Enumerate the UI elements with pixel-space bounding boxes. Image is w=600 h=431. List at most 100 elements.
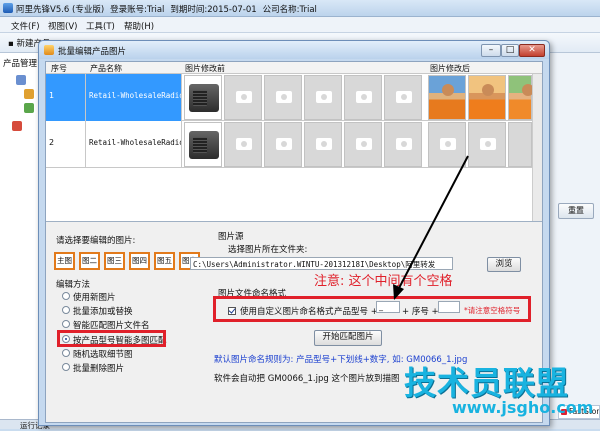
camera-icon	[316, 91, 332, 103]
camera-icon	[440, 138, 456, 150]
col-header-name: 产品名称	[90, 64, 122, 73]
product-tree-panel: 产品管理	[0, 53, 40, 429]
modified-photo[interactable]	[428, 75, 466, 120]
table-row[interactable]: 1 Retail-WholesaleRadio	[46, 74, 542, 121]
maximize-button[interactable]: □	[501, 44, 519, 57]
method-label: 使用新图片	[73, 293, 116, 303]
separator-input[interactable]: _	[376, 301, 400, 313]
custom-naming-label: 使用自定义图片命名格式	[240, 307, 334, 317]
grid-scrollbar[interactable]	[532, 74, 542, 221]
reset-button[interactable]: 重置	[558, 203, 594, 219]
dialog-title-bar: 批量编辑产品图片 – □ ✕	[39, 41, 549, 59]
select-image-label: 请选择要编辑的图片:	[56, 236, 136, 246]
menu-view[interactable]: 视图(V)	[48, 20, 77, 32]
app-logo-icon	[3, 3, 13, 13]
product-thumbnail[interactable]	[184, 75, 222, 120]
tab-image-5[interactable]: 图五	[154, 252, 175, 270]
serial-label: + 序号 +	[402, 307, 439, 317]
annotation-note: 注意: 这个中间有个空格	[314, 274, 453, 289]
camera-icon	[396, 91, 412, 103]
dialog-title: 批量编辑产品图片	[58, 47, 127, 57]
expire-date: 到期时间:2015-07-01	[170, 5, 257, 15]
empty-image-slot[interactable]	[508, 122, 532, 167]
radio-button	[62, 320, 70, 328]
col-header-no: 序号	[51, 64, 67, 73]
camera-icon	[236, 91, 252, 103]
tree-item-icon[interactable]	[24, 103, 34, 113]
col-header-before: 图片修改前	[185, 64, 225, 73]
modified-photo[interactable]	[508, 75, 534, 120]
camera-icon	[276, 138, 292, 150]
minimize-button[interactable]: –	[481, 44, 501, 57]
radio-button	[62, 349, 70, 357]
folder-label: 选择图片所在文件夹:	[228, 245, 308, 255]
menu-help[interactable]: 帮助(H)	[124, 20, 154, 32]
empty-image-slot[interactable]	[344, 75, 382, 120]
method-label: 随机选取细节图	[73, 350, 133, 360]
empty-image-slot[interactable]	[344, 122, 382, 167]
grid-header: 序号 产品名称 图片修改前 图片修改后	[46, 62, 542, 74]
close-button[interactable]: ✕	[519, 44, 545, 57]
empty-image-slot[interactable]	[468, 122, 506, 167]
camera-icon	[356, 91, 372, 103]
auto-place-text: 软件会自动把 GM0066_1.jpg 这个图片放到描图	[214, 374, 400, 384]
product-thumbnail[interactable]	[184, 122, 222, 167]
empty-image-slot[interactable]	[428, 122, 466, 167]
tab-main-image[interactable]: 主图	[54, 252, 75, 270]
company-name: 公司名称:Trial	[262, 5, 317, 15]
radio-product-image	[189, 131, 219, 159]
browse-button[interactable]: 浏览	[487, 257, 521, 272]
new-icon: ▪	[8, 39, 14, 49]
empty-image-slot[interactable]	[384, 122, 422, 167]
menu-tools[interactable]: 工具(T)	[86, 20, 115, 32]
model-label: 产品型号 +	[334, 307, 378, 317]
dialog-icon	[44, 45, 54, 55]
app-title: 阿里先锋V5.6 (专业版) 登录账号:Trial 到期时间:2015-07-01 公…	[16, 3, 323, 15]
empty-image-slot[interactable]	[304, 75, 342, 120]
row-number: 2	[46, 121, 86, 168]
camera-icon	[356, 138, 372, 150]
camera-icon	[236, 138, 252, 150]
method-label: 批量删除图片	[73, 364, 125, 374]
tree-item-icon[interactable]	[12, 121, 22, 131]
empty-image-slot[interactable]	[224, 122, 262, 167]
start-match-button[interactable]: 开始匹配图片	[314, 330, 382, 346]
tab-image-3[interactable]: 图三	[104, 252, 125, 270]
watermark-url: www.jsgho.com	[452, 398, 594, 417]
table-row[interactable]: 2 Retail-WholesaleRadio	[46, 121, 542, 168]
login-account: 登录账号:Trial	[110, 5, 165, 15]
col-header-after: 图片修改后	[430, 64, 470, 73]
empty-image-slot[interactable]	[224, 75, 262, 120]
suffix-input[interactable]	[438, 301, 460, 313]
product-management-label: 产品管理	[3, 59, 38, 69]
camera-icon	[276, 91, 292, 103]
tree-item-icon[interactable]	[24, 89, 34, 99]
tab-image-4[interactable]: 图四	[129, 252, 150, 270]
camera-icon	[316, 138, 332, 150]
product-name: Retail-WholesaleRadio	[86, 121, 182, 168]
empty-image-slot[interactable]	[304, 122, 342, 167]
menu-file[interactable]: 文件(F)	[11, 20, 40, 32]
empty-image-slot[interactable]	[264, 75, 302, 120]
image-source-label: 图片源	[218, 232, 244, 242]
camera-icon	[396, 138, 412, 150]
app-title-bar: 阿里先锋V5.6 (专业版) 登录账号:Trial 到期时间:2015-07-01 公…	[0, 0, 600, 17]
custom-naming-checkbox[interactable]	[228, 307, 236, 315]
radio-product-image	[189, 84, 219, 112]
product-name: Retail-WholesaleRadio	[86, 74, 182, 121]
row-number: 1	[46, 74, 86, 121]
tab-image-2[interactable]: 图二	[79, 252, 100, 270]
product-image-grid: 序号 产品名称 图片修改前 图片修改后 1 Retail-WholesaleRa…	[46, 62, 542, 222]
space-warning: *请注意空格符号	[464, 306, 521, 315]
edit-method-label: 编辑方法	[56, 280, 91, 290]
app-name: 阿里先锋V5.6 (专业版)	[16, 5, 105, 15]
radio-button	[62, 306, 70, 314]
annotation-highlight-method	[57, 330, 166, 347]
camera-icon	[480, 138, 496, 150]
modified-photo[interactable]	[468, 75, 506, 120]
empty-image-slot[interactable]	[384, 75, 422, 120]
tree-folder-icon[interactable]	[16, 75, 26, 85]
radio-button	[62, 292, 70, 300]
folder-path-input[interactable]: C:\Users\Administrator.WINTU-20131218I\D…	[190, 257, 453, 270]
empty-image-slot[interactable]	[264, 122, 302, 167]
